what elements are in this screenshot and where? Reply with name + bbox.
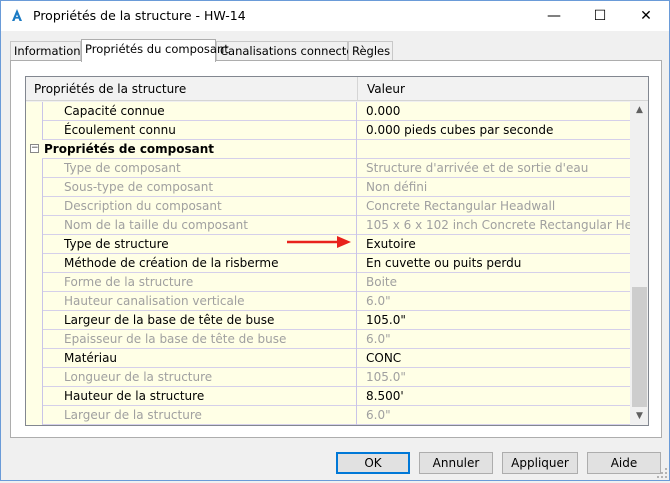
ok-button[interactable]: OK [336,452,410,474]
autocad-a-icon [9,7,25,23]
row-gutter [26,216,42,235]
row-hauteur-structure[interactable]: Hauteur de la structure 8.500' [26,387,630,406]
row-gutter [26,159,42,178]
property-value: 105 x 6 x 102 inch Concrete Rectangular … [366,218,630,232]
row-gutter: − [26,140,42,159]
category-row-proprietes-composant[interactable]: − Propriétés de composant [26,140,630,159]
property-label: Sous-type de composant [42,178,357,197]
row-forme-structure[interactable]: Forme de la structure Boite [26,273,630,292]
close-button[interactable]: ✕ [623,1,669,31]
scroll-up-arrow-icon[interactable]: ▲ [631,102,648,119]
property-label: Type de composant [42,159,357,178]
tab-canalisations-connectees[interactable]: Canalisations connectées [216,41,367,61]
row-methode-creation-risberme[interactable]: Méthode de création de la risberme En cu… [26,254,630,273]
resize-grip-icon[interactable] [656,467,668,479]
maximize-button[interactable]: ☐ [577,1,623,31]
tab-regles[interactable]: Règles [348,41,393,61]
row-gutter [26,273,42,292]
grid-header: Propriétés de la structure Valeur [26,77,648,101]
row-gutter [26,254,42,273]
property-value: Boite [366,275,397,289]
red-annotation-arrow-icon [287,236,351,248]
property-label: Capacité connue [42,102,357,121]
header-value[interactable]: Valeur [367,82,405,96]
row-gutter [26,121,42,140]
scrollbar-thumb[interactable] [632,287,647,407]
scroll-down-arrow-icon[interactable]: ▼ [631,408,648,425]
property-grid: Propriétés de la structure Valeur Capaci… [25,76,649,426]
property-label: Description du composant [42,197,357,216]
collapse-icon[interactable]: − [30,144,39,153]
property-value: Concrete Rectangular Headwall [366,199,556,213]
row-hauteur-canalisation-verticale[interactable]: Hauteur canalisation verticale 6.0" [26,292,630,311]
row-type-composant[interactable]: Type de composant Structure d'arrivée et… [26,159,630,178]
property-value[interactable]: En cuvette ou puits perdu [358,254,630,273]
apply-button[interactable]: Appliquer [502,452,578,474]
row-gutter [26,406,42,425]
cancel-button[interactable]: Annuler [419,452,493,474]
property-label: Hauteur canalisation verticale [42,292,357,311]
property-value[interactable]: 0.000 pieds cubes par seconde [358,121,630,140]
category-value [358,140,630,159]
category-label: Propriétés de composant [42,140,357,159]
property-value: Non défini [366,180,428,194]
row-gutter [26,387,42,406]
row-gutter [26,311,42,330]
property-value: 6.0" [366,332,391,346]
row-gutter [26,349,42,368]
row-largeur-base-tete-buse[interactable]: Largeur de la base de tête de buse 105.0… [26,311,630,330]
property-value[interactable]: 8.500' [358,387,630,406]
row-epaisseur-base-tete-buse[interactable]: Epaisseur de la base de tête de buse 6.0… [26,330,630,349]
property-label: Forme de la structure [42,273,357,292]
grid-rows: Capacité connue 0.000 Écoulement connu 0… [26,102,630,425]
row-longueur-structure[interactable]: Longueur de la structure 105.0" [26,368,630,387]
row-largeur-structure[interactable]: Largeur de la structure 6.0" [26,406,630,425]
property-value[interactable]: 105.0" [358,311,630,330]
row-gutter [26,178,42,197]
help-button[interactable]: Aide [587,452,661,474]
property-value: 105.0" [366,370,406,384]
property-value: 6.0" [366,408,391,422]
property-label: Nom de la taille du composant [42,216,357,235]
tab-proprietes-composant[interactable]: Propriétés du composant [81,39,229,62]
minimize-button[interactable]: — [531,1,577,31]
row-gutter [26,368,42,387]
property-value: 6.0" [366,294,391,308]
property-value[interactable]: 0.000 [358,102,630,121]
row-gutter [26,235,42,254]
row-capacite-connue[interactable]: Capacité connue 0.000 [26,102,630,121]
header-divider[interactable] [357,77,358,101]
row-materiau[interactable]: Matériau CONC [26,349,630,368]
row-gutter [26,330,42,349]
window-title: Propriétés de la structure - HW-14 [33,8,246,23]
row-sous-type-composant[interactable]: Sous-type de composant Non défini [26,178,630,197]
property-label: Largeur de la structure [42,406,357,425]
row-gutter [26,102,42,121]
property-value[interactable]: CONC [358,349,630,368]
property-label: Longueur de la structure [42,368,357,387]
property-label: Largeur de la base de tête de buse [42,311,357,330]
row-description-composant[interactable]: Description du composant Concrete Rectan… [26,197,630,216]
property-label: Matériau [42,349,357,368]
row-gutter [26,197,42,216]
header-property[interactable]: Propriétés de la structure [34,82,186,96]
row-ecoulement-connu[interactable]: Écoulement connu 0.000 pieds cubes par s… [26,121,630,140]
row-gutter [26,292,42,311]
row-nom-taille-composant[interactable]: Nom de la taille du composant 105 x 6 x … [26,216,630,235]
vertical-scrollbar[interactable]: ▲ ▼ [631,102,648,425]
property-value[interactable]: Exutoire [358,235,630,254]
property-label: Écoulement connu [42,121,357,140]
property-label: Epaisseur de la base de tête de buse [42,330,357,349]
property-value: Structure d'arrivée et de sortie d'eau [366,161,589,175]
title-bar[interactable]: Propriétés de la structure - HW-14 — ☐ ✕ [1,1,669,31]
tab-informations[interactable]: Informations [10,41,87,61]
dialog-window: Propriétés de la structure - HW-14 — ☐ ✕… [0,0,670,481]
property-label: Hauteur de la structure [42,387,357,406]
property-label: Méthode de création de la risberme [42,254,357,273]
